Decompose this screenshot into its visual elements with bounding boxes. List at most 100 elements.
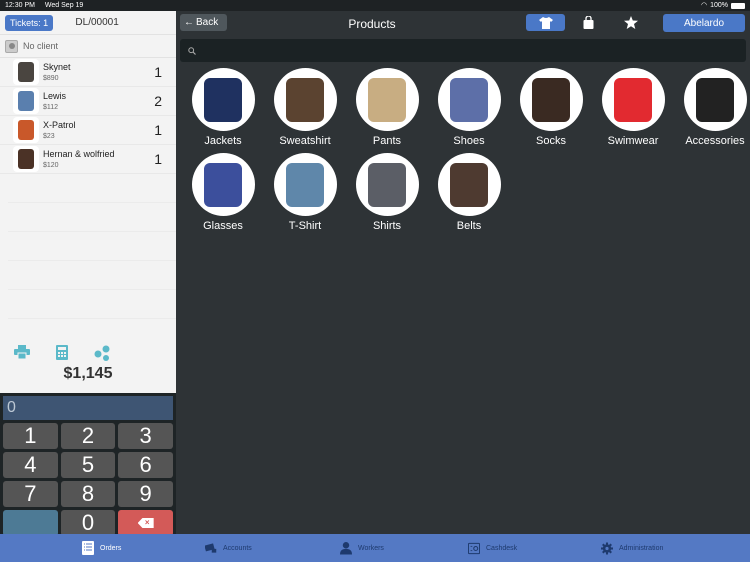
print-icon[interactable]	[14, 345, 30, 366]
favorites-filter-button[interactable]	[611, 14, 650, 31]
keypad-key-4[interactable]: 4	[3, 452, 58, 478]
category-image	[683, 68, 747, 131]
status-date: Wed Sep 19	[44, 2, 84, 9]
tab-orders[interactable]: Orders	[82, 534, 121, 562]
keypad-key-1[interactable]: 1	[3, 423, 58, 449]
share-icon[interactable]	[94, 345, 110, 366]
tab-accounts[interactable]: Accounts	[205, 534, 252, 562]
item-quantity: 2	[154, 93, 162, 109]
category-label: Swimwear	[607, 135, 659, 147]
category-label: Shoes	[453, 135, 485, 147]
category-t-shirt[interactable]: T-Shirt	[264, 153, 346, 232]
keypad-key-8[interactable]: 8	[60, 481, 116, 507]
status-time: 12:30 PM	[5, 2, 35, 9]
category-image	[191, 68, 255, 131]
item-price: $890	[43, 75, 59, 82]
category-label: Pants	[372, 135, 402, 147]
calculator-icon[interactable]	[56, 345, 68, 366]
tshirt-icon	[538, 16, 553, 29]
products-header: ← Back Products Abelardo	[176, 11, 750, 36]
category-label: Glasses	[203, 220, 243, 232]
workers-icon	[340, 541, 352, 555]
tab-cashdesk[interactable]: Cashdesk	[468, 534, 517, 562]
clothing-filter-button[interactable]	[526, 14, 565, 31]
star-icon	[623, 16, 638, 29]
category-glasses[interactable]: Glasses	[182, 153, 264, 232]
category-label: Jackets	[204, 135, 242, 147]
backspace-icon: ×	[137, 518, 154, 528]
ticket-header: Tickets: 1 DL/00001	[0, 11, 176, 35]
orders-icon	[82, 541, 94, 555]
user-button[interactable]: Abelardo	[663, 14, 745, 32]
search-input[interactable]	[200, 45, 746, 56]
ticket-line-item[interactable]: Lewis $112 2	[0, 87, 176, 116]
category-image	[355, 68, 419, 131]
belt-thumb	[13, 146, 39, 172]
tab-administration[interactable]: Administration	[601, 534, 663, 562]
keypad-blank-key[interactable]	[3, 510, 58, 536]
item-name: X-Patrol	[43, 120, 76, 130]
category-label: Accessories	[685, 135, 745, 147]
tab-workers[interactable]: Workers	[340, 534, 384, 562]
bottom-tab-bar: Orders Accounts Workers Cashdesk Adminis…	[0, 534, 750, 562]
category-sweatshirt[interactable]: Sweatshirt	[264, 68, 346, 147]
category-grid: Jackets Sweatshirt Pants Shoes Socks Swi…	[182, 68, 750, 232]
category-image	[601, 68, 665, 131]
empty-row-divider	[8, 174, 176, 203]
client-selector[interactable]: No client	[0, 35, 176, 58]
keypad-key-2[interactable]: 2	[60, 423, 116, 449]
category-label: Sweatshirt	[279, 135, 331, 147]
category-image	[519, 68, 583, 131]
category-accessories[interactable]: Accessories	[674, 68, 750, 147]
ticket-items-list: Skynet $890 1 Lewis $112 2 X-Patrol $23 …	[0, 58, 176, 174]
ticket-total: $1,145	[63, 365, 113, 382]
category-image	[191, 153, 255, 216]
page-title: Products	[348, 17, 396, 31]
item-price: $23	[43, 133, 55, 140]
ticket-line-item[interactable]: Skynet $890 1	[0, 58, 176, 87]
tickets-button[interactable]: Tickets: 1	[5, 14, 54, 31]
category-pants[interactable]: Pants	[346, 68, 428, 147]
keypad-key-0[interactable]: 0	[60, 510, 116, 536]
tab-label: Accounts	[223, 544, 252, 552]
item-name: Hernan & wolfried	[43, 149, 115, 159]
empty-row-divider	[8, 232, 176, 261]
category-swimwear[interactable]: Swimwear	[592, 68, 674, 147]
ticket-panel: Tickets: 1 DL/00001 No client Skynet $89…	[0, 11, 176, 393]
keypad-delete-key[interactable]: ×	[118, 510, 173, 536]
keypad-key-5[interactable]: 5	[60, 452, 116, 478]
item-name: Lewis	[43, 91, 67, 101]
ticket-line-item[interactable]: Hernan & wolfried $120 1	[0, 145, 176, 174]
category-label: T-Shirt	[288, 220, 322, 232]
category-jackets[interactable]: Jackets	[182, 68, 264, 147]
item-quantity: 1	[154, 64, 162, 80]
accounts-icon	[205, 541, 217, 555]
gear-icon	[601, 541, 613, 555]
tab-label: Workers	[358, 544, 384, 552]
keypad-key-9[interactable]: 9	[118, 481, 173, 507]
category-shoes[interactable]: Shoes	[428, 68, 510, 147]
wifi-icon: ◠	[700, 2, 708, 9]
ticket-line-item[interactable]: X-Patrol $23 1	[0, 116, 176, 145]
category-socks[interactable]: Socks	[510, 68, 592, 147]
category-belts[interactable]: Belts	[428, 153, 510, 232]
shopping-bag-icon	[583, 16, 594, 29]
ticket-id: DL/00001	[75, 17, 119, 28]
ticket-actions	[0, 345, 176, 366]
category-image	[437, 68, 501, 131]
empty-row-divider	[8, 261, 176, 290]
bag-filter-button[interactable]	[569, 14, 608, 31]
category-shirts[interactable]: Shirts	[346, 153, 428, 232]
empty-row-divider	[8, 290, 176, 319]
category-label: Socks	[536, 135, 566, 147]
client-avatar-icon	[5, 39, 18, 53]
keypad-key-6[interactable]: 6	[118, 452, 173, 478]
keypad-key-3[interactable]: 3	[118, 423, 173, 449]
category-image	[273, 153, 337, 216]
item-name: Skynet	[43, 62, 71, 72]
category-image	[437, 153, 501, 216]
keypad-key-7[interactable]: 7	[3, 481, 58, 507]
category-label: Belts	[456, 220, 482, 232]
jeans-thumb	[13, 88, 39, 114]
tab-label: Orders	[100, 544, 122, 552]
